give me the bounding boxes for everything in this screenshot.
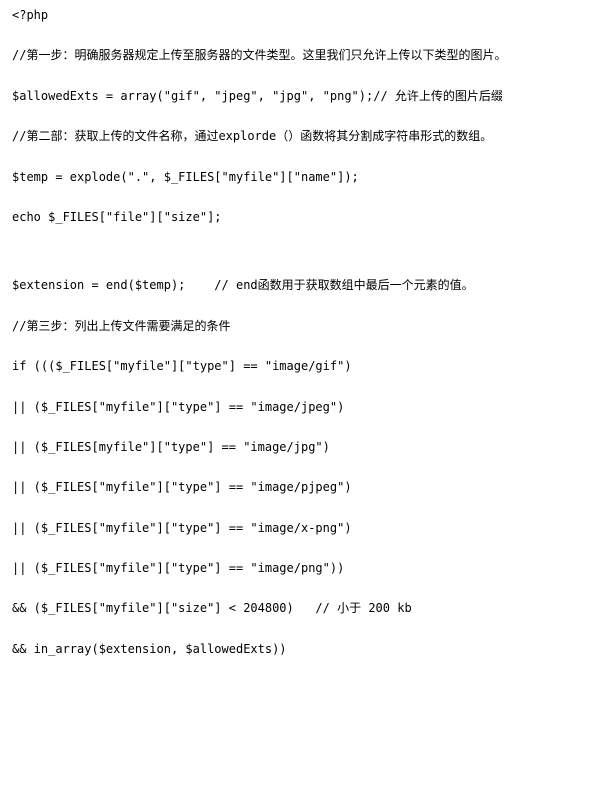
code-line-9: if ((($_FILES["myfile"]["type"] == "imag… <box>12 359 589 373</box>
code-line-6: echo $_FILES["file"]["size"]; <box>12 210 589 224</box>
code-line-7: $extension = end($temp); // end函数用于获取数组中… <box>12 278 589 292</box>
code-line-11: || ($_FILES[myfile"]["type"] == "image/j… <box>12 440 589 454</box>
code-line-4: //第二部：获取上传的文件名称，通过explorde（）函数将其分割成字符串形式… <box>12 129 589 143</box>
code-line-13: || ($_FILES["myfile"]["type"] == "image/… <box>12 521 589 535</box>
code-line-3: $allowedExts = array("gif", "jpeg", "jpg… <box>12 89 589 103</box>
code-line-10: || ($_FILES["myfile"]["type"] == "image/… <box>12 400 589 414</box>
code-line-12: || ($_FILES["myfile"]["type"] == "image/… <box>12 480 589 494</box>
code-line-5: $temp = explode(".", $_FILES["myfile"]["… <box>12 170 589 184</box>
code-line-14: || ($_FILES["myfile"]["type"] == "image/… <box>12 561 589 575</box>
code-line-16: && in_array($extension, $allowedExts)) <box>12 642 589 656</box>
code-line-1: <?php <box>12 8 589 22</box>
code-line-2: //第一步：明确服务器规定上传至服务器的文件类型。这里我们只允许上传以下类型的图… <box>12 48 589 62</box>
code-line-8: //第三步：列出上传文件需要满足的条件 <box>12 319 589 333</box>
code-line-15: && ($_FILES["myfile"]["size"] < 204800) … <box>12 601 589 615</box>
